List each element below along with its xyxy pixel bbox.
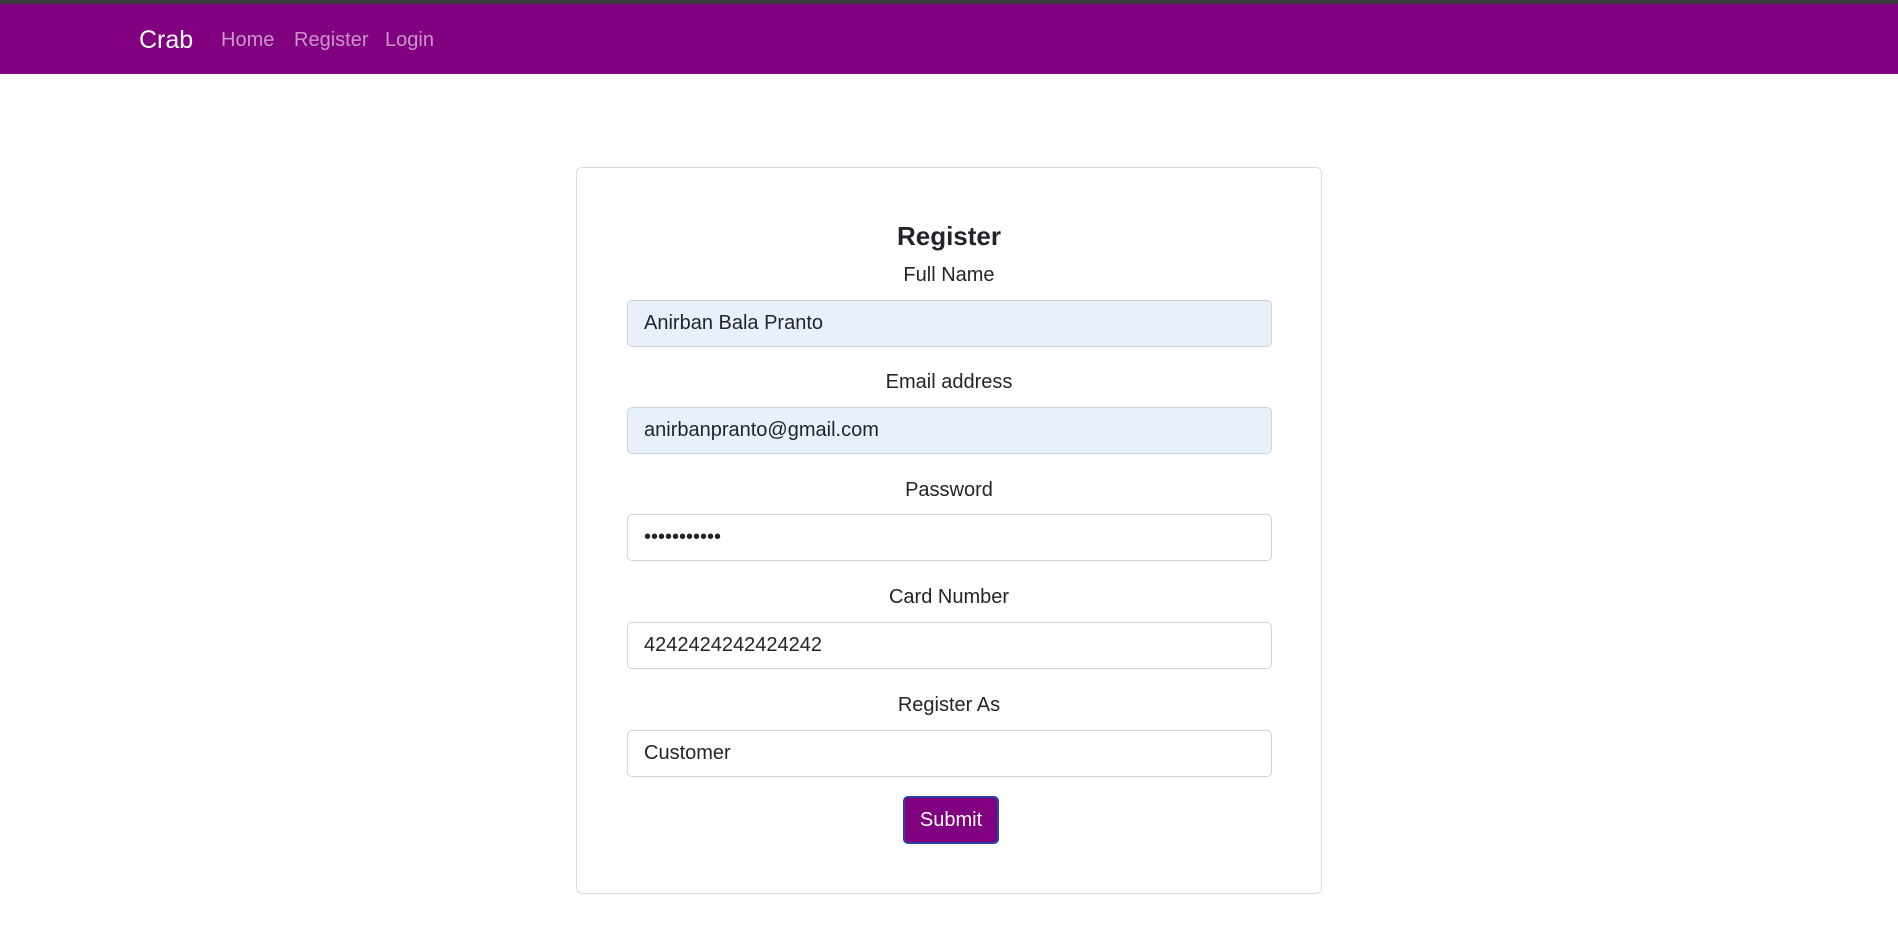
card-number-input[interactable]: 4242424242424242	[627, 622, 1272, 669]
email-input[interactable]: anirbanpranto@gmail.com	[627, 407, 1272, 454]
nav-link-register[interactable]: Register	[294, 28, 368, 52]
email-label: Email address	[885, 371, 1013, 393]
register-as-select[interactable]: Customer	[627, 730, 1272, 777]
card-number-label: Card Number	[888, 586, 1010, 608]
full-name-input[interactable]: Anirban Bala Pranto	[627, 300, 1272, 347]
submit-button[interactable]: Submit	[903, 796, 999, 844]
form-title: Register	[896, 221, 1002, 251]
nav-link-home[interactable]: Home	[221, 28, 274, 52]
password-label: Password	[905, 479, 993, 501]
nav-link-login[interactable]: Login	[385, 28, 434, 52]
register-as-label: Register As	[897, 694, 1001, 716]
navbar: Crab Home Register Login	[0, 4, 1898, 74]
full-name-label: Full Name	[903, 264, 995, 286]
navbar-brand[interactable]: Crab	[139, 25, 193, 55]
password-input[interactable]: •••••••••••	[627, 514, 1272, 561]
register-card: Register Full Name Anirban Bala Pranto E…	[576, 167, 1322, 894]
